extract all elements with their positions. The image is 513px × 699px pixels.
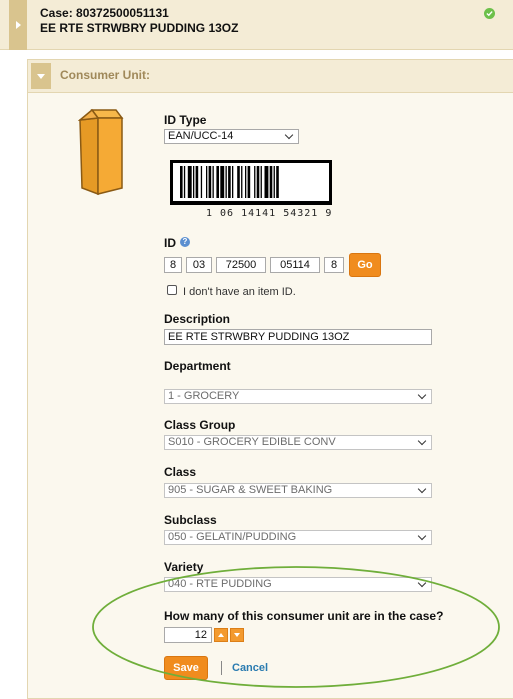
checkmark-icon (484, 8, 495, 19)
caret-down-icon (234, 633, 240, 637)
variety-value: 040 - RTE PUDDING (168, 578, 272, 590)
caret-up-icon (218, 633, 224, 637)
cancel-link[interactable]: Cancel (232, 662, 268, 674)
id-type-value: EAN/UCC-14 (168, 130, 234, 142)
no-item-id-label: I don't have an item ID. (183, 286, 296, 298)
case-expand-toggle[interactable] (9, 0, 27, 50)
info-icon[interactable]: ? (180, 237, 190, 247)
id-label: ID (164, 236, 176, 250)
case-title: Case: 80372500051131 (40, 6, 169, 20)
barcode-number: 1 06 14141 54321 9 (206, 208, 333, 219)
quantity-input[interactable]: 12 (164, 627, 212, 643)
chevron-down-icon (417, 578, 427, 588)
product-box-icon (78, 108, 124, 196)
consumer-unit-title: Consumer Unit: (60, 68, 150, 82)
description-label: Description (164, 312, 231, 326)
variety-label: Variety (164, 560, 204, 574)
id-segment-1[interactable]: 8 (164, 257, 182, 273)
chevron-down-icon (37, 73, 45, 79)
action-separator (221, 661, 222, 675)
id-segment-2[interactable]: 03 (186, 257, 212, 273)
variety-select[interactable]: 040 - RTE PUDDING (164, 577, 432, 592)
quantity-decrement-button[interactable] (230, 628, 244, 642)
chevron-down-icon (417, 531, 427, 541)
class-group-label: Class Group (164, 418, 236, 432)
quantity-label: How many of this consumer unit are in th… (164, 609, 444, 623)
save-button[interactable]: Save (164, 656, 208, 680)
class-label: Class (164, 465, 197, 479)
chevron-down-icon (417, 484, 427, 494)
class-group-select[interactable]: S010 - GROCERY EDIBLE CONV (164, 435, 432, 450)
chevron-down-icon (417, 390, 427, 400)
class-value: 905 - SUGAR & SWEET BAKING (168, 484, 333, 496)
id-type-label: ID Type (164, 113, 207, 127)
chevron-down-icon (284, 130, 294, 140)
chevron-down-icon (417, 436, 427, 446)
id-segment-5[interactable]: 8 (324, 257, 344, 273)
chevron-right-icon (15, 21, 21, 29)
consumer-unit-collapse-toggle[interactable] (31, 63, 51, 89)
quantity-increment-button[interactable] (214, 628, 228, 642)
department-select[interactable]: 1 - GROCERY (164, 389, 432, 404)
department-label: Department (164, 359, 231, 373)
id-segment-4[interactable]: 05114 (270, 257, 320, 273)
go-button[interactable]: Go (349, 253, 381, 277)
subclass-select[interactable]: 050 - GELATIN/PUDDING (164, 530, 432, 545)
class-group-value: S010 - GROCERY EDIBLE CONV (168, 436, 336, 448)
subclass-label: Subclass (164, 513, 217, 527)
subclass-value: 050 - GELATIN/PUDDING (168, 531, 297, 543)
description-input[interactable]: EE RTE STRWBRY PUDDING 13OZ (164, 329, 432, 345)
no-item-id-checkbox[interactable] (167, 285, 177, 295)
id-segment-3[interactable]: 72500 (216, 257, 266, 273)
department-value: 1 - GROCERY (168, 390, 240, 402)
id-type-select[interactable]: EAN/UCC-14 (164, 129, 299, 144)
class-select[interactable]: 905 - SUGAR & SWEET BAKING (164, 483, 432, 498)
case-description: EE RTE STRWBRY PUDDING 13OZ (40, 21, 239, 35)
